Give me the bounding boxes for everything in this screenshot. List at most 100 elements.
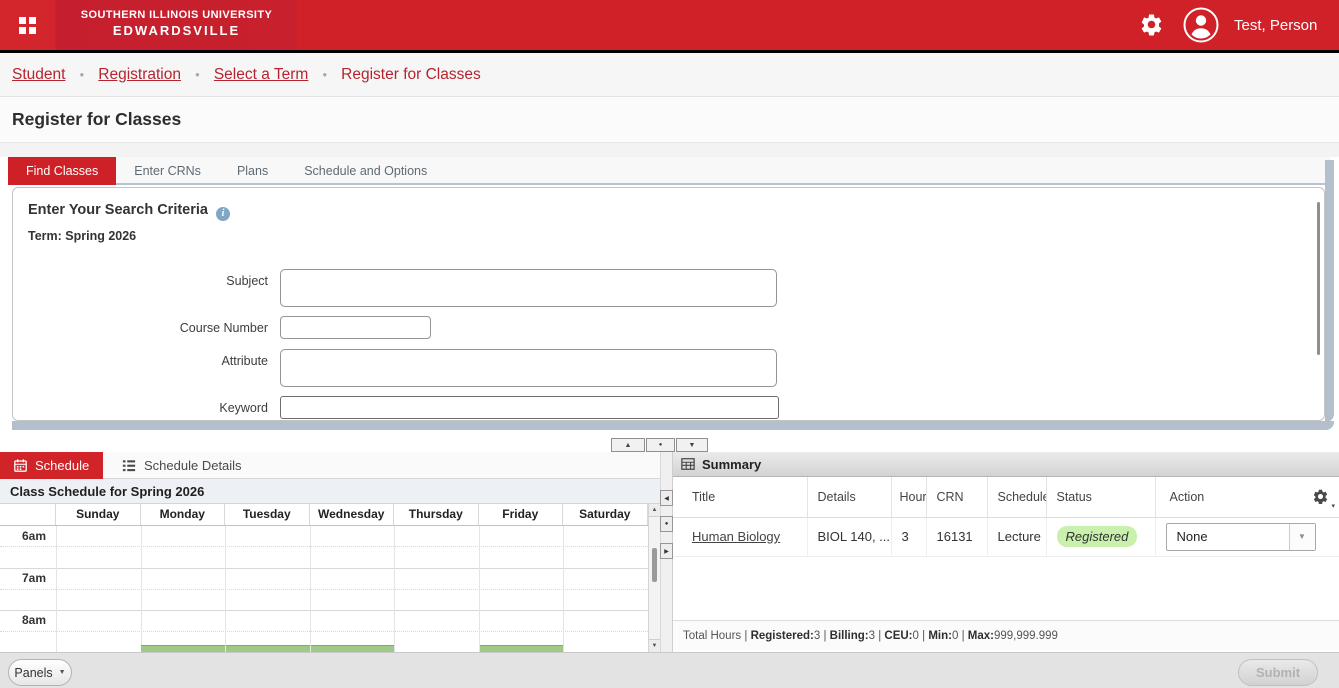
page-title-bar: Register for Classes <box>0 97 1339 143</box>
day-header-friday: Friday <box>479 504 564 525</box>
summary-panel: Summary Title Details Hours CRN Schedule… <box>673 452 1339 652</box>
tab-schedule-details[interactable]: Schedule Details <box>108 452 242 479</box>
tab-enter-crns[interactable]: Enter CRNs <box>116 157 219 185</box>
time-label-6am: 6am <box>0 529 46 543</box>
university-logo[interactable]: SOUTHERN ILLINOIS UNIVERSITY EDWARDSVILL… <box>56 0 297 50</box>
attribute-label: Attribute <box>148 354 268 368</box>
vertical-splitter[interactable]: ◀ ● ▶ <box>660 452 673 652</box>
schedule-scrollbar[interactable]: ▲ ▼ <box>648 504 660 652</box>
splitter-reset-button[interactable]: ● <box>646 438 675 452</box>
totals-min-label: Min: <box>928 630 952 642</box>
panels-caret-icon: ▼ <box>59 669 66 676</box>
scrollbar-down-arrow[interactable]: ▼ <box>649 639 660 652</box>
calendar-icon <box>14 459 27 472</box>
schedule-caption: Class Schedule for Spring 2026 <box>0 479 660 504</box>
splitter-expand-up-button[interactable]: ▲ <box>611 438 645 452</box>
summary-totals: Total Hours | Registered: 3 | Billing: 3… <box>673 620 1339 650</box>
status-badge: Registered <box>1057 526 1138 547</box>
register-for-classes-app: SOUTHERN ILLINOIS UNIVERSITY EDWARDSVILL… <box>0 0 1339 688</box>
main-tabbar: Find Classes Enter CRNs Plans Schedule a… <box>8 157 1331 185</box>
totals-ceu-value: 0 <box>913 630 919 642</box>
action-dropdown-value: None <box>1177 524 1208 550</box>
calendar-grid: 6am 7am 8am <box>0 526 648 652</box>
tab-find-classes[interactable]: Find Classes <box>8 157 116 185</box>
course-crn: 16131 <box>926 517 987 556</box>
day-header-sunday: Sunday <box>56 504 141 525</box>
scrollbar-up-arrow[interactable]: ▲ <box>649 504 660 517</box>
keyword-label: Keyword <box>148 401 268 415</box>
calendar-day-header: Sunday Monday Tuesday Wednesday Thursday… <box>0 504 648 526</box>
breadcrumb-select-a-term[interactable]: Select a Term <box>214 66 308 84</box>
summary-row: Human Biology BIOL 140, ... 3 16131 Lect… <box>673 517 1339 556</box>
tab-schedule-details-label: Schedule Details <box>144 458 242 473</box>
dropdown-arrow-icon: ▼ <box>1289 524 1315 550</box>
course-hours: 3 <box>891 517 926 556</box>
course-number-label: Course Number <box>148 321 268 335</box>
schedule-tabbar: Schedule Schedule Details <box>0 452 660 479</box>
totals-registered-label: Registered: <box>751 630 814 642</box>
apps-menu-button[interactable] <box>0 0 55 50</box>
splitter-expand-down-button[interactable]: ▼ <box>676 438 708 452</box>
splitter-collapse-right-button[interactable]: ▶ <box>660 543 673 559</box>
panel-scrollbar-thumb[interactable] <box>1317 202 1320 355</box>
panels-button-label: Panels <box>14 666 52 680</box>
breadcrumb-separator: ● <box>322 70 327 79</box>
tab-schedule[interactable]: Schedule <box>0 452 103 479</box>
summary-header-row: Title Details Hours CRN Schedule Status … <box>673 477 1339 517</box>
list-icon <box>122 459 136 473</box>
course-schedule-type: Lecture <box>987 517 1046 556</box>
breadcrumb: Student ● Registration ● Select a Term ●… <box>0 53 1339 97</box>
subject-input[interactable] <box>280 269 777 307</box>
term-label: Term: Spring 2026 <box>28 229 136 243</box>
title-gap <box>0 143 1339 157</box>
totals-prefix: Total Hours <box>683 630 741 642</box>
course-title-link[interactable]: Human Biology <box>692 529 780 544</box>
splitter-collapse-left-button[interactable]: ◀ <box>660 490 673 506</box>
hour-row-6am <box>0 526 648 568</box>
time-column-header <box>0 504 56 525</box>
col-status: Status <box>1046 477 1155 517</box>
col-hours: Hours <box>891 477 926 517</box>
institution-campus: EDWARDSVILLE <box>56 23 297 38</box>
tab-schedule-and-options[interactable]: Schedule and Options <box>286 157 445 185</box>
keyword-input[interactable] <box>280 396 779 419</box>
totals-max-value: 999,999.999 <box>994 630 1058 642</box>
course-details: BIOL 140, ... <box>807 517 891 556</box>
panels-button[interactable]: Panels ▼ <box>8 659 72 686</box>
attribute-input[interactable] <box>280 349 777 387</box>
summary-settings-gear-icon[interactable]: ▾ <box>1312 488 1329 510</box>
schedule-panel: Schedule Schedule Details Class Schedule… <box>0 452 660 652</box>
section-frame-right <box>1325 160 1334 422</box>
table-icon <box>681 457 695 471</box>
section-splitter-horizontal[interactable] <box>12 421 1334 430</box>
col-crn: CRN <box>926 477 987 517</box>
class-block-friday <box>480 645 563 652</box>
day-header-thursday: Thursday <box>394 504 479 525</box>
tab-schedule-label: Schedule <box>35 458 89 473</box>
info-icon[interactable]: i <box>216 207 230 221</box>
class-block-wednesday <box>311 645 394 652</box>
summary-title: Summary <box>702 457 761 472</box>
totals-billing-label: Billing: <box>830 630 869 642</box>
totals-registered-value: 3 <box>814 630 820 642</box>
breadcrumb-registration[interactable]: Registration <box>98 66 181 84</box>
scrollbar-thumb[interactable] <box>652 548 657 582</box>
submit-button[interactable]: Submit <box>1238 659 1318 686</box>
user-name[interactable]: Test, Person <box>1234 0 1317 50</box>
totals-min-value: 0 <box>952 630 958 642</box>
settings-gear-icon[interactable] <box>1139 12 1164 37</box>
search-criteria-heading-text: Enter Your Search Criteria <box>28 202 208 218</box>
action-dropdown[interactable]: None ▼ <box>1166 523 1316 551</box>
col-title: Title <box>673 477 807 517</box>
splitter-center-button[interactable]: ● <box>660 516 673 532</box>
hour-row-7am <box>0 568 648 610</box>
breadcrumb-student[interactable]: Student <box>12 66 65 84</box>
course-number-input[interactable] <box>280 316 431 339</box>
breadcrumb-separator: ● <box>195 70 200 79</box>
tab-plans[interactable]: Plans <box>219 157 286 185</box>
totals-max-label: Max: <box>968 630 994 642</box>
day-header-saturday: Saturday <box>563 504 648 525</box>
time-label-7am: 7am <box>0 571 46 585</box>
app-header: SOUTHERN ILLINOIS UNIVERSITY EDWARDSVILL… <box>0 0 1339 50</box>
user-avatar-icon[interactable] <box>1183 7 1219 43</box>
